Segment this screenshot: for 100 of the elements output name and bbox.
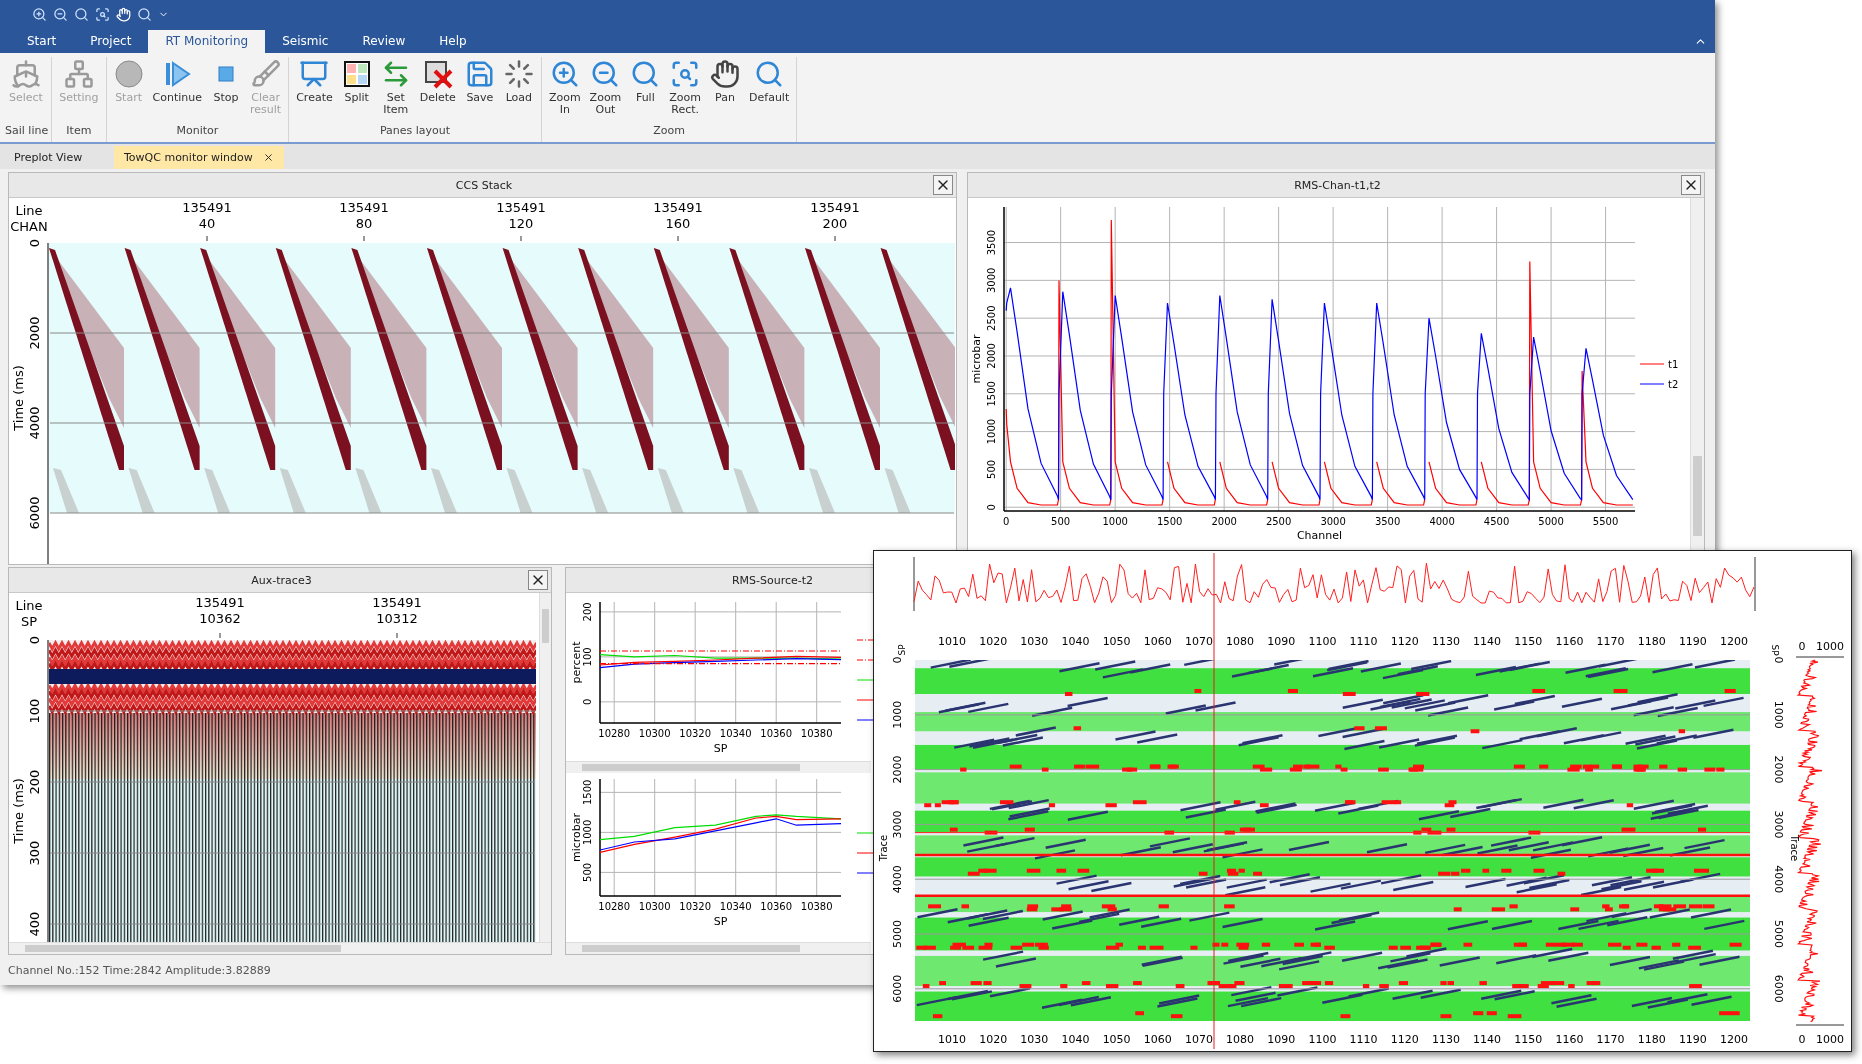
document-tab[interactable]: TowQC monitor window xyxy=(114,146,284,170)
ribbon-button[interactable]: Stop xyxy=(207,56,246,106)
tick-label: 500 xyxy=(1051,516,1071,528)
tick-label: 1000 xyxy=(1772,700,1785,729)
tick-label: 6000 xyxy=(1772,974,1785,1003)
tick-label: 1010 xyxy=(938,635,966,648)
tick-label: 1170 xyxy=(1596,635,1625,648)
tick-label: 0 xyxy=(1798,640,1806,653)
ribbon-button[interactable]: Default xyxy=(745,56,794,106)
tick-label: 0 xyxy=(1003,516,1010,528)
trace-header-label: 120 xyxy=(508,216,534,232)
tick-label: 0 xyxy=(986,504,997,511)
ribbon-tab[interactable]: Project xyxy=(73,29,149,53)
tick-label: 10360 xyxy=(760,728,793,740)
tick-label: 1060 xyxy=(1143,1033,1172,1046)
ribbon-button[interactable]: Delete xyxy=(415,56,460,106)
axis-header-label: CHAN xyxy=(10,219,48,235)
trace-header-label: 10312 xyxy=(376,611,418,627)
tick-label: 4000 xyxy=(1772,865,1785,894)
axis-title: microbar xyxy=(570,812,583,862)
axis-title: percent xyxy=(570,641,583,684)
tick-label: 10300 xyxy=(638,900,671,912)
ribbon-tab[interactable]: Start xyxy=(10,29,74,53)
tick-label: 4000 xyxy=(1429,516,1455,528)
tick-label: 1020 xyxy=(979,1033,1008,1046)
tick-label: 1500 xyxy=(582,779,593,805)
ribbon-button[interactable]: Continue xyxy=(148,56,207,106)
ribbon-button[interactable]: Zoom Out xyxy=(585,56,626,118)
tick-label: 1150 xyxy=(1514,635,1543,648)
tick-label: 2000 xyxy=(1211,516,1237,528)
tick-label: 500 xyxy=(986,460,997,480)
trace-header-label: 135491 xyxy=(372,595,422,611)
tick-label: 1050 xyxy=(1102,1033,1131,1046)
tick-label: 10320 xyxy=(679,900,712,912)
tick-label: 2000 xyxy=(986,343,997,369)
tick-label: 1000 xyxy=(986,419,997,445)
trace-header-label: 135491 xyxy=(496,200,546,216)
tick-label: 6000 xyxy=(26,496,42,530)
axis-title: Channel xyxy=(1296,529,1343,543)
ribbon-button[interactable]: Create xyxy=(292,56,337,106)
group-label: Zoom xyxy=(652,124,686,140)
tick-label: 1010 xyxy=(938,1033,966,1046)
trace-header-label: 135491 xyxy=(810,200,860,216)
tick-label: 1030 xyxy=(1020,635,1049,648)
ribbon-button[interactable]: Save xyxy=(460,56,499,106)
tick-label: 5500 xyxy=(1592,516,1619,528)
panel-title: CCS Stack xyxy=(454,178,514,192)
group-label: Item xyxy=(65,124,93,140)
tick-label: 1160 xyxy=(1555,635,1584,648)
tick-label: 1190 xyxy=(1678,1033,1707,1046)
ribbon-button[interactable]: Load xyxy=(499,56,538,106)
tick-label: 0 xyxy=(1772,656,1785,664)
tick-label: 1050 xyxy=(1102,635,1131,648)
ribbon-tab[interactable]: Review xyxy=(345,29,423,53)
tick-label: 1500 xyxy=(1156,516,1183,528)
tick-label: 1030 xyxy=(1020,1033,1049,1046)
tick-label: 1100 xyxy=(1308,635,1337,648)
legend-label: t1 xyxy=(1668,359,1679,371)
tick-label: 1190 xyxy=(1678,635,1707,648)
tick-label: 1070 xyxy=(1184,1033,1213,1046)
tick-label: 10280 xyxy=(598,728,631,740)
tick-label: 2500 xyxy=(1265,516,1292,528)
tick-label: 1000 xyxy=(1816,640,1844,653)
ribbon-button[interactable]: Full xyxy=(626,56,665,106)
tick-label: 4000 xyxy=(26,406,42,440)
tick-label: 1150 xyxy=(1514,1033,1543,1046)
axis-header-label: SP xyxy=(20,614,38,630)
tick-label: 1120 xyxy=(1390,1033,1419,1046)
axis-title: Time (ms) xyxy=(10,778,26,844)
ribbon-button[interactable]: Pan xyxy=(706,56,745,106)
ribbon-tab[interactable]: Help xyxy=(422,29,484,53)
axis-title: SP xyxy=(896,644,907,656)
tick-label: 3000 xyxy=(1772,810,1785,839)
trace-header-label: 160 xyxy=(665,216,691,232)
ribbon-button[interactable]: Zoom In xyxy=(544,56,585,118)
tick-label: 1160 xyxy=(1555,1033,1584,1046)
ribbon-tab[interactable]: RT Monitoring xyxy=(148,29,266,53)
tick-label: 100 xyxy=(582,647,593,667)
group-label: Sail line xyxy=(5,124,49,140)
tick-label: 1090 xyxy=(1267,1033,1296,1046)
trace-header-label: 135491 xyxy=(653,200,703,216)
tick-label: 2000 xyxy=(891,755,904,784)
group-label: Panes layout xyxy=(378,124,452,140)
trace-header-label: 135491 xyxy=(182,200,232,216)
legend-label: t2 xyxy=(1668,379,1679,391)
tick-label: 1200 xyxy=(1720,1033,1749,1046)
tick-label: 3000 xyxy=(986,267,997,294)
tick-label: 10320 xyxy=(679,728,712,740)
panel-title: RMS-Source-t2 xyxy=(730,573,815,587)
axis-title: SP xyxy=(713,914,728,928)
tick-label: 1500 xyxy=(986,381,997,407)
tick-label: 3500 xyxy=(986,230,997,256)
tick-label: 1090 xyxy=(1267,635,1296,648)
tick-label: 3500 xyxy=(1374,516,1401,528)
ribbon-button[interactable]: Split xyxy=(337,56,376,106)
axis-header-label: Line xyxy=(15,598,43,614)
ribbon-tab[interactable]: Seismic xyxy=(265,29,346,53)
ribbon-button[interactable]: Set Item xyxy=(376,56,415,118)
tick-label: 2000 xyxy=(1772,755,1785,784)
ribbon-button[interactable]: Zoom Rect. xyxy=(665,56,706,118)
